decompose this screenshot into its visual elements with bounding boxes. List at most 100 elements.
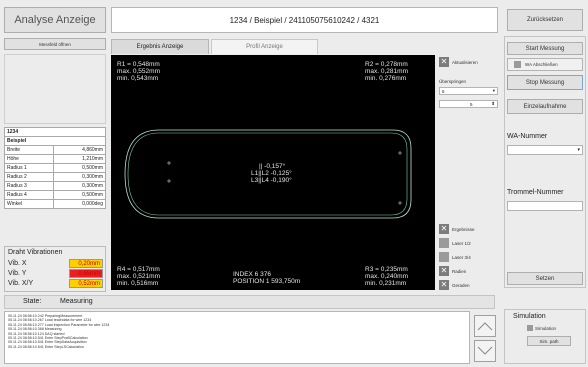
spec-value: 0,000deg	[53, 199, 106, 209]
status-label: State:	[23, 298, 42, 305]
vibration-panel: Draht Vibrationen Vib. X 0,20mm Vib. Y 0…	[4, 246, 106, 292]
skip-select[interactable]: 5 ▾	[439, 87, 498, 95]
scroll-down-button[interactable]	[474, 340, 496, 362]
ergebnisse-checkbox[interactable]: ✕	[439, 224, 449, 234]
chevron-down-icon	[477, 346, 493, 355]
set-button[interactable]: Setzen	[507, 272, 583, 285]
radien-checkbox[interactable]: ✕	[439, 266, 449, 276]
spec-label: Radius 4	[3, 190, 55, 200]
spinner-arrows-icon[interactable]: ⬍	[491, 101, 495, 107]
spec-label: Winkel	[3, 199, 55, 209]
table-row: Beispiel	[4, 136, 106, 146]
right-panel	[504, 36, 586, 288]
reset-button[interactable]: Zurücksetzen	[507, 9, 583, 31]
table-row: Radius 2 0,300mm	[3, 172, 106, 182]
spec-value: 0,300mm	[53, 181, 106, 191]
tab-results[interactable]: Ergebnis Anzeige	[111, 39, 209, 54]
skip-spinner-value: 5	[470, 102, 473, 107]
vib-x-value: 0,20mm	[69, 259, 103, 268]
tab-profile[interactable]: Profil Anzeige	[211, 39, 318, 54]
table-row: Breite 4,860mm	[3, 145, 106, 155]
single-capture-button[interactable]: Einzelaufnahme	[507, 99, 583, 114]
spec-value: 4,860mm	[53, 145, 106, 155]
table-row: Höhe 1,210mm	[3, 154, 106, 164]
spec-label: Höhe	[3, 154, 55, 164]
vib-xy-value: 0,52mm	[69, 279, 103, 288]
scroll-up-button[interactable]	[474, 315, 496, 337]
angle-parallel: || -0,157°	[259, 163, 286, 170]
table-row: Winkel 0,000deg	[3, 199, 106, 209]
spec-label: Radius 2	[3, 172, 55, 182]
header-path-bar: 1234 / Beispiel / 241105075610242 / 4321	[111, 7, 498, 33]
table-row: Radius 1 0,500mm	[3, 163, 106, 173]
vibration-title: Draht Vibrationen	[8, 249, 63, 256]
simulation-checkbox[interactable]	[527, 325, 533, 331]
simulation-title: Simulation	[513, 313, 546, 320]
vib-x-label: Vib. X	[8, 260, 27, 267]
aktualisieren-checkbox[interactable]: ✕	[439, 57, 449, 67]
wa-number-select[interactable]: ▾	[507, 145, 583, 155]
result-canvas: R1 = 0,548mm max. 0,552mm min. 0,543mm R…	[111, 55, 435, 290]
table-row: Radius 3 0,300mm	[3, 181, 106, 191]
wa-abschliessen-label: WA Abschließen	[525, 62, 558, 67]
table-row: 1234	[4, 127, 106, 137]
skip-spinner[interactable]: 5 ⬍	[439, 100, 498, 108]
status-bar: State: Measuring	[4, 295, 495, 309]
open-measure-field-button[interactable]: Messfeld öffnen	[4, 38, 106, 50]
stop-measurement-button[interactable]: Stop Messung	[507, 75, 583, 90]
log-line: 05.11.24 08:56:10.541 Enter StepLSCalcul…	[8, 344, 84, 349]
trommel-number-input[interactable]	[507, 201, 583, 211]
start-measurement-button[interactable]: Start Messung	[507, 42, 583, 55]
sim-path-button[interactable]: Sim. path	[527, 336, 571, 346]
analyse-title-button[interactable]: Analyse Anzeige	[4, 7, 106, 33]
r3-value: R3 = 0,235mm	[365, 266, 408, 273]
table-row: Radius 4 0,500mm	[3, 190, 106, 200]
spec-value: 1,210mm	[53, 154, 106, 164]
geraden-checkbox[interactable]: ✕	[439, 280, 449, 290]
trommel-number-title: Trommel-Nummer	[507, 189, 564, 196]
spec-heading-id: 1234	[4, 127, 106, 137]
simulation-checkbox-label: Simulation	[535, 326, 557, 331]
left-info-panel	[4, 54, 106, 124]
index-readout: INDEX 6 376	[233, 271, 271, 278]
aktualisieren-label: Aktualisieren	[452, 60, 478, 65]
r4-value: R4 = 0,517mm	[117, 266, 160, 273]
spec-label: Radius 1	[3, 163, 55, 173]
r3-min: min. 0,231mm	[365, 280, 407, 287]
spec-value: 0,300mm	[53, 172, 106, 182]
laser-1-2-checkbox[interactable]	[439, 238, 449, 248]
tab-profile-label: Profil Anzeige	[246, 44, 283, 50]
chevron-down-icon: ▾	[492, 88, 495, 93]
spec-table: 1234 Beispiel Breite 4,860mm Höhe 1,210mm …	[3, 127, 106, 209]
status-value: Measuring	[60, 298, 93, 305]
angle-l3-l4: L3||L4 -0,190°	[251, 177, 292, 184]
wa-number-title: WA-Nummer	[507, 133, 548, 140]
position-readout: POSITION 1 593,750m	[233, 278, 301, 285]
laser-3-4-label: Laser 3/4	[452, 255, 471, 260]
vib-y-label: Vib. Y	[8, 270, 27, 277]
vib-y-value: 0,65mm	[69, 269, 103, 278]
chevron-down-icon: ▾	[577, 147, 580, 153]
header-path: 1234 / Beispiel / 241105075610242 / 4321	[229, 16, 380, 25]
geraden-label: Geraden	[452, 283, 470, 288]
spec-heading-name: Beispiel	[4, 136, 106, 146]
r4-max: max. 0,521mm	[117, 273, 160, 280]
spec-label: Radius 3	[3, 181, 55, 191]
r3-max: max. 0,240mm	[365, 273, 408, 280]
r4-min: min. 0,516mm	[117, 280, 159, 287]
wa-abschliessen-toggle[interactable]: WA Abschließen	[507, 58, 583, 71]
angle-l1-l2: L1||L2 -0,125°	[251, 170, 292, 177]
chevron-up-icon	[477, 322, 493, 331]
laser-3-4-checkbox[interactable]	[439, 252, 449, 262]
laser-1-2-label: Laser 1/2	[452, 241, 471, 246]
radien-label: Radien	[452, 269, 467, 274]
skip-select-value: 5	[442, 89, 445, 94]
ergebnisse-label: Ergebnisse	[452, 227, 475, 232]
spec-label: Breite	[3, 145, 55, 155]
wa-abschliessen-checkbox[interactable]	[514, 61, 521, 68]
ueberspringen-label: Überspringen	[439, 79, 467, 84]
vib-xy-label: Vib. X/Y	[8, 280, 34, 287]
tab-results-label: Ergebnis Anzeige	[136, 44, 184, 50]
log-panel: 05.11.24 08:56:10.242 PreparingMeasureme…	[4, 311, 470, 364]
spec-value: 0,500mm	[53, 163, 106, 173]
